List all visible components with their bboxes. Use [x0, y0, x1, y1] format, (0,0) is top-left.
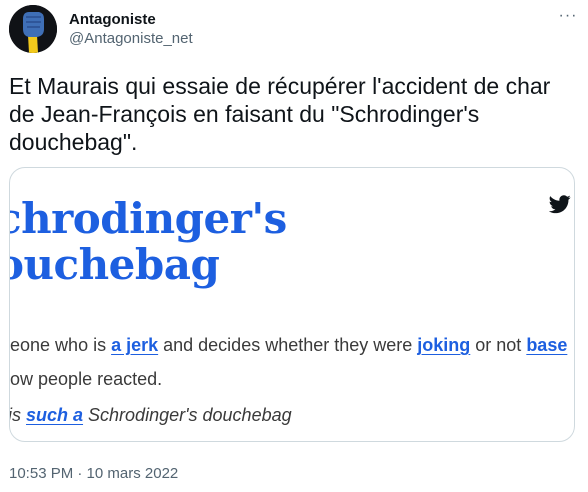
- tweet-text: Et Maurais qui essaie de récupérer l'acc…: [9, 73, 551, 155]
- example-pre: is: [9, 405, 26, 425]
- link-joking[interactable]: joking: [417, 335, 470, 355]
- link-base[interactable]: base: [526, 335, 567, 355]
- ellipsis-icon: ···: [558, 7, 578, 24]
- link-such-a[interactable]: such a: [26, 405, 83, 425]
- word-line-1: chrodinger's: [9, 194, 287, 243]
- raised-fist-icon: [9, 5, 57, 53]
- definition-line-2: how people reacted.: [9, 369, 163, 389]
- linked-card[interactable]: chrodinger's ouchebag neone who is a jer…: [9, 167, 575, 442]
- more-options-button[interactable]: ···: [556, 5, 580, 27]
- avatar[interactable]: [9, 5, 57, 53]
- author-handle[interactable]: @Antagoniste_net: [69, 30, 193, 48]
- tweet-timestamp[interactable]: 10:53 PM · 10 mars 2022: [9, 465, 178, 483]
- definition-mid-2: or not: [470, 335, 527, 355]
- definition-text: neone who is a jerk and decides whether …: [9, 328, 567, 396]
- example-text: is such a Schrodinger's douchebag: [9, 404, 292, 426]
- definition-pre: neone who is: [9, 335, 112, 355]
- word-line-2: ouchebag: [9, 240, 220, 289]
- link-a-jerk[interactable]: a jerk: [111, 335, 158, 355]
- author-name[interactable]: Antagoniste: [69, 11, 156, 29]
- definition-mid-1: and decides whether they were: [158, 335, 418, 355]
- twitter-bird-icon: [549, 195, 571, 214]
- dictionary-word: chrodinger's ouchebag: [9, 194, 287, 289]
- example-post: Schrodinger's douchebag: [83, 405, 292, 425]
